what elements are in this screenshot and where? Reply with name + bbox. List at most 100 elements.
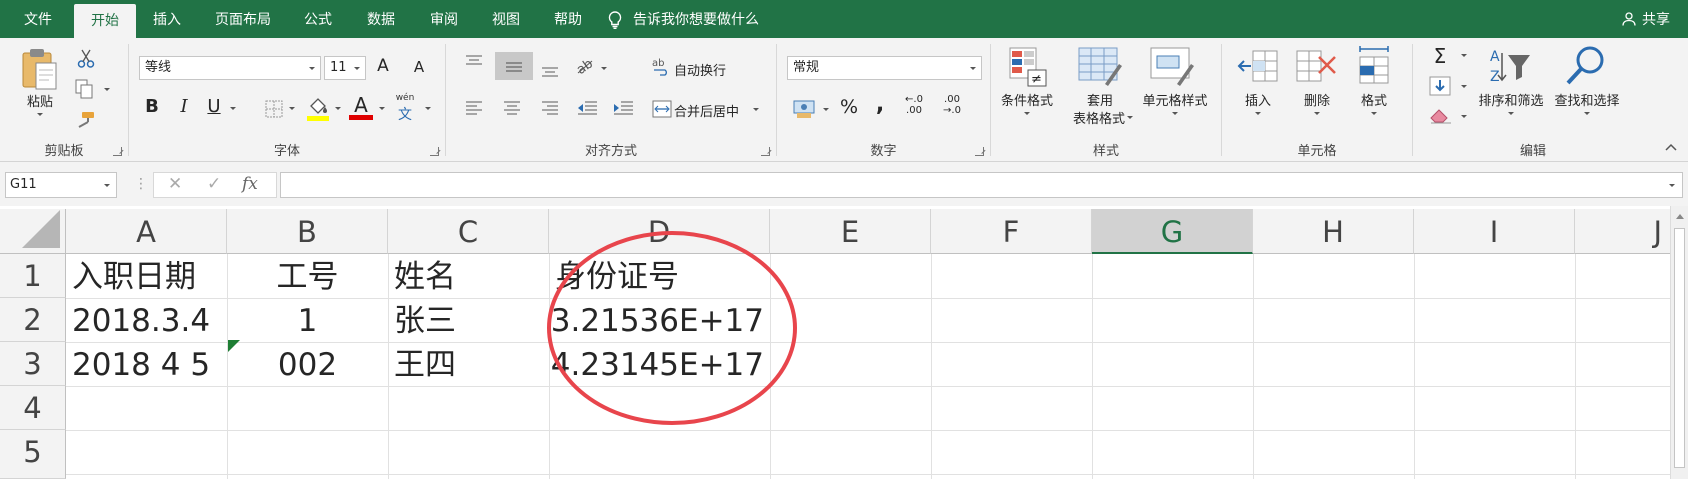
decrease-decimal-button[interactable]: .00 →.0 [937, 94, 967, 116]
percent-button[interactable]: % [835, 96, 863, 118]
formula-input[interactable] [280, 172, 1683, 198]
format-painter-button[interactable] [74, 108, 98, 130]
cell-a3[interactable]: 2018 4 5 [66, 342, 227, 386]
conditional-format-button[interactable]: ≠ [1005, 46, 1049, 88]
column-header-f[interactable]: F [931, 209, 1092, 254]
scrollbar-thumb[interactable] [1674, 228, 1685, 468]
select-all-button[interactable] [0, 209, 66, 254]
cell-b2[interactable]: 1 [227, 298, 388, 342]
font-size-select[interactable]: 11 [324, 56, 366, 80]
fill-down-icon[interactable] [1429, 76, 1451, 96]
tab-file[interactable]: 文件 [10, 0, 66, 38]
insert-cells-button[interactable] [1236, 46, 1280, 88]
format-as-table-button[interactable] [1077, 46, 1123, 88]
orientation-dropdown[interactable] [601, 67, 607, 70]
column-header-h[interactable]: H [1253, 209, 1414, 254]
phonetic-dropdown[interactable] [425, 107, 431, 110]
orientation-icon[interactable]: ab [574, 54, 598, 76]
align-right-icon[interactable] [540, 100, 560, 116]
bold-button[interactable]: B [139, 96, 165, 117]
clear-dropdown[interactable] [1461, 115, 1467, 118]
borders-button[interactable] [263, 98, 285, 120]
column-header-i[interactable]: I [1414, 209, 1575, 254]
font-name-select[interactable]: 等线 [139, 56, 321, 80]
tell-me-box[interactable]: 告诉我你想要做什么 [607, 0, 759, 38]
font-color-dropdown[interactable] [379, 107, 385, 110]
tab-data[interactable]: 数据 [352, 0, 410, 38]
insert-function-icon[interactable]: fx [242, 174, 258, 194]
copy-dropdown[interactable] [104, 88, 110, 91]
clipboard-launcher[interactable] [113, 147, 122, 156]
align-center-icon[interactable] [502, 100, 522, 116]
borders-dropdown[interactable] [289, 107, 295, 110]
align-middle-button[interactable] [495, 52, 533, 80]
format-cells-button[interactable] [1352, 44, 1396, 88]
number-launcher[interactable] [975, 147, 984, 156]
fill-color-dropdown[interactable] [335, 107, 341, 110]
paste-button[interactable] [18, 46, 62, 92]
shrink-font-button[interactable]: A [405, 58, 433, 76]
cancel-icon[interactable]: ✕ [168, 174, 182, 194]
find-select-dropdown[interactable] [1584, 112, 1590, 115]
cell-a2[interactable]: 2018.3.4 [66, 298, 227, 342]
font-launcher[interactable] [430, 147, 439, 156]
sort-filter-dropdown[interactable] [1508, 112, 1514, 115]
number-format-select[interactable]: 常规 [787, 56, 982, 80]
tab-insert[interactable]: 插入 [140, 0, 194, 38]
paste-dropdown[interactable] [37, 113, 43, 116]
cell-styles-button[interactable] [1149, 46, 1195, 88]
cell-c2[interactable]: 张三 [388, 298, 549, 342]
error-indicator-icon[interactable] [228, 340, 240, 352]
expand-formula-icon[interactable] [1669, 184, 1675, 187]
conditional-format-dropdown[interactable] [1024, 112, 1030, 115]
underline-dropdown[interactable] [230, 107, 236, 110]
formula-bar-grip[interactable]: ⋮ [134, 176, 148, 192]
tab-review[interactable]: 审阅 [416, 0, 472, 38]
align-bottom-icon[interactable] [540, 62, 560, 78]
fill-color-button[interactable] [306, 96, 330, 122]
row-header-4[interactable]: 4 [0, 386, 66, 430]
cell-b1[interactable]: 工号 [227, 254, 388, 298]
row-header-3[interactable]: 3 [0, 342, 66, 386]
scroll-up-icon[interactable] [1676, 214, 1684, 219]
share-button[interactable]: 共享 [1622, 0, 1670, 38]
align-top-icon[interactable] [464, 54, 484, 70]
tab-view[interactable]: 视图 [478, 0, 534, 38]
column-header-a[interactable]: A [66, 209, 227, 254]
vertical-scrollbar[interactable] [1670, 206, 1688, 479]
alignment-launcher[interactable] [761, 147, 770, 156]
merge-dropdown[interactable] [753, 108, 759, 111]
column-header-c[interactable]: C [388, 209, 549, 254]
column-header-b[interactable]: B [227, 209, 388, 254]
tab-formulas[interactable]: 公式 [290, 0, 346, 38]
currency-dropdown[interactable] [823, 108, 829, 111]
comma-button[interactable]: , [869, 92, 891, 117]
wrap-text-button[interactable]: 自动换行 [674, 60, 726, 79]
insert-cells-dropdown[interactable] [1255, 112, 1261, 115]
autosum-dropdown[interactable] [1461, 54, 1467, 57]
row-header-2[interactable]: 2 [0, 298, 66, 342]
decrease-indent-icon[interactable] [576, 100, 598, 116]
currency-icon[interactable] [793, 98, 817, 120]
merge-center-button[interactable]: 合并后居中 [674, 101, 739, 120]
sort-filter-button[interactable]: AZ [1485, 44, 1533, 88]
grow-font-button[interactable]: A [369, 56, 397, 76]
increase-indent-icon[interactable] [612, 100, 634, 116]
cell-b3[interactable]: 002 [227, 342, 388, 386]
copy-button[interactable] [72, 78, 96, 100]
column-header-g[interactable]: G [1092, 209, 1253, 254]
phonetic-button[interactable]: 文 [391, 104, 419, 124]
format-table-dropdown[interactable] [1127, 116, 1133, 119]
find-select-button[interactable] [1563, 44, 1609, 88]
collapse-ribbon-icon[interactable] [1664, 142, 1678, 152]
font-color-button[interactable]: A [348, 93, 374, 122]
fill-dropdown[interactable] [1461, 85, 1467, 88]
increase-decimal-button[interactable]: ←.0.00 [899, 94, 929, 116]
tab-home[interactable]: 开始 [74, 4, 136, 38]
tab-page-layout[interactable]: 页面布局 [206, 0, 280, 38]
name-box[interactable]: G11 [5, 172, 117, 198]
align-left-icon[interactable] [464, 100, 484, 116]
cell-c1[interactable]: 姓名 [388, 254, 549, 298]
format-cells-dropdown[interactable] [1371, 112, 1377, 115]
enter-icon[interactable]: ✓ [207, 174, 221, 194]
